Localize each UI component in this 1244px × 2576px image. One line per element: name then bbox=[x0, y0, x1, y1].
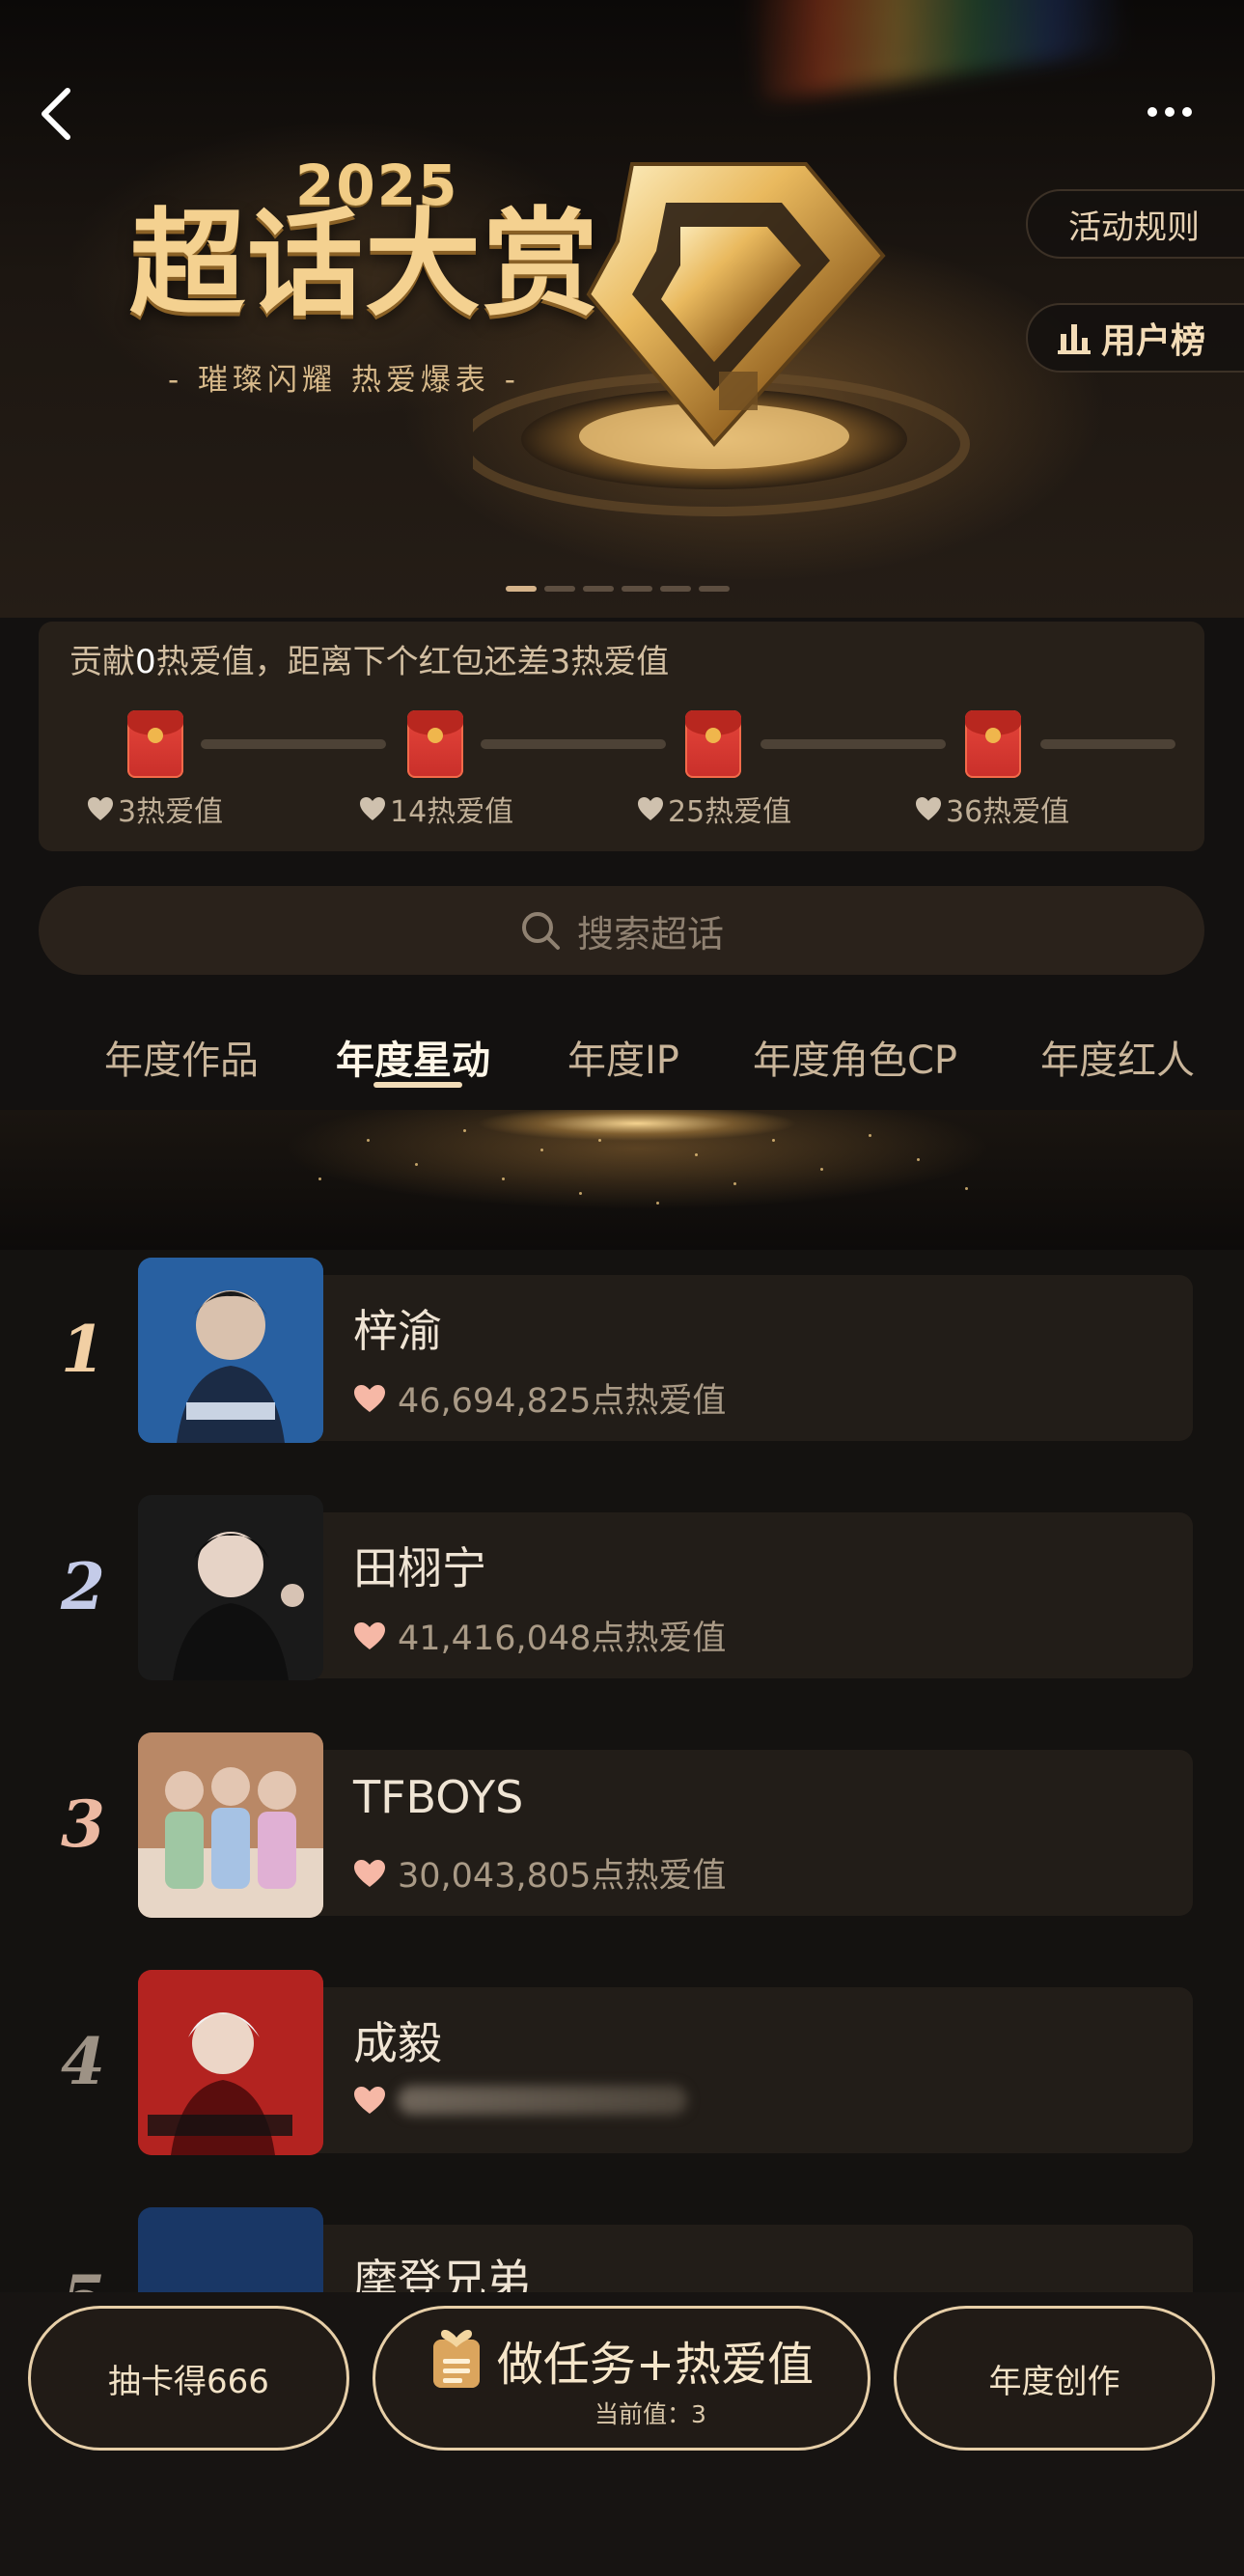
red-envelope-icon[interactable] bbox=[127, 710, 183, 778]
carousel-dot[interactable] bbox=[544, 586, 575, 592]
contributed-value: 0 bbox=[135, 643, 156, 681]
ranking-name: 田栩宁 bbox=[353, 1542, 486, 1594]
search-input[interactable]: 搜索超话 bbox=[39, 886, 1204, 975]
banner-subtitle: - 璀璨闪耀 热爱爆表 - bbox=[168, 363, 520, 398]
banner-light-decoration bbox=[746, 0, 1126, 102]
annual-creation-label: 年度创作 bbox=[988, 2362, 1120, 2401]
progress-track bbox=[201, 739, 386, 749]
carousel-dot[interactable] bbox=[583, 586, 614, 592]
page: 2025 超话大赏 - 璀璨闪耀 热爱爆表 - 活动规则 用户榜 贡献0热爱值，… bbox=[0, 0, 1244, 2576]
avatar[interactable] bbox=[138, 1970, 323, 2155]
more-options-button[interactable] bbox=[1135, 93, 1204, 131]
search-placeholder: 搜索超话 bbox=[576, 912, 724, 956]
carousel-indicator[interactable] bbox=[506, 586, 730, 592]
milestone-label: 36热爱值 bbox=[915, 788, 1069, 830]
avatar[interactable] bbox=[138, 1495, 323, 1680]
rank-number: 2 bbox=[61, 1549, 105, 1624]
milestone-label: 3热爱值 bbox=[87, 788, 223, 830]
avatar[interactable] bbox=[138, 1732, 323, 1918]
ranking-row[interactable]: 1 梓渝 46,694,825点热爱值 bbox=[0, 1258, 1244, 1447]
avatar[interactable] bbox=[138, 2207, 323, 2292]
tab-annual-stars[interactable]: 年度星动 bbox=[336, 1029, 490, 1085]
activity-rules-button[interactable]: 活动规则 bbox=[1026, 189, 1244, 259]
annual-creation-button[interactable]: 年度创作 bbox=[894, 2306, 1215, 2451]
bar-chart-icon bbox=[1058, 324, 1091, 354]
ranking-list[interactable]: 1 梓渝 46,694,825点热爱值 2 田栩宁 41,416,048点热爱值… bbox=[0, 1250, 1244, 2292]
heart-icon bbox=[916, 797, 941, 820]
heart-icon bbox=[354, 1621, 385, 1649]
search-icon bbox=[521, 912, 560, 950]
reward-progress-text: 贡献0热爱值，距离下个红包还差3热爱值 bbox=[69, 643, 670, 681]
category-tabs: 年度作品 年度星动 年度IP 年度角色CP 年度红人 bbox=[0, 1004, 1244, 1110]
ranking-row[interactable]: 5 摩登兄弟 bbox=[0, 2207, 1244, 2292]
avatar[interactable] bbox=[138, 1258, 323, 1443]
tab-annual-works[interactable]: 年度作品 bbox=[104, 1029, 259, 1085]
tab-annual-influencer[interactable]: 年度红人 bbox=[1040, 1029, 1195, 1085]
do-tasks-label: 做任务+热爱值 bbox=[496, 2338, 815, 2392]
red-envelope-progress-panel: 贡献0热爱值，距离下个红包还差3热爱值 3热爱值 14热爱值 25热爱值 36热… bbox=[39, 622, 1204, 851]
ranking-row[interactable]: 4 成毅 bbox=[0, 1970, 1244, 2159]
do-tasks-button[interactable]: 做任务+热爱值 当前值：3 bbox=[373, 2306, 871, 2451]
hidden-score bbox=[398, 2086, 687, 2115]
carousel-dot[interactable] bbox=[622, 586, 652, 592]
ranking-score: 46,694,825点热爱值 bbox=[353, 1373, 726, 1423]
user-ranking-label: 用户榜 bbox=[1101, 321, 1206, 361]
red-envelope-icon[interactable] bbox=[965, 710, 1021, 778]
heart-icon bbox=[638, 797, 663, 820]
heart-icon bbox=[354, 1859, 385, 1887]
carousel-dot[interactable] bbox=[660, 586, 691, 592]
progress-track bbox=[760, 739, 946, 749]
draw-card-label: 抽卡得666 bbox=[108, 2362, 269, 2401]
ranking-name: 梓渝 bbox=[353, 1305, 442, 1357]
milestone-label: 14热爱值 bbox=[359, 788, 513, 830]
rank-number: 5 bbox=[54, 2261, 112, 2292]
activity-banner[interactable]: 2025 超话大赏 - 璀璨闪耀 热爱爆表 - 活动规则 用户榜 bbox=[0, 0, 1244, 618]
draw-card-button[interactable]: 抽卡得666 bbox=[28, 2306, 349, 2451]
bottom-action-bar: 抽卡得666 做任务+热爱值 当前值：3 年度创作 bbox=[0, 2292, 1244, 2576]
ranking-row[interactable]: 2 田栩宁 41,416,048点热爱值 bbox=[0, 1495, 1244, 1684]
carousel-dot-active[interactable] bbox=[506, 586, 537, 592]
progress-track bbox=[481, 739, 666, 749]
stage-light-decoration bbox=[0, 1110, 1244, 1250]
heart-icon bbox=[354, 1384, 385, 1412]
gold-emblem-logo bbox=[458, 125, 1013, 531]
more-dots-icon bbox=[1147, 107, 1157, 117]
red-envelope-icon[interactable] bbox=[685, 710, 741, 778]
rank-number: 1 bbox=[61, 1312, 105, 1387]
back-button[interactable] bbox=[27, 85, 85, 143]
tab-annual-ip[interactable]: 年度IP bbox=[567, 1029, 679, 1085]
progress-track bbox=[1040, 739, 1175, 749]
ranking-name: TFBOYS bbox=[353, 1771, 524, 1823]
ranking-row[interactable]: 3 TFBOYS 30,043,805点热爱值 bbox=[0, 1732, 1244, 1922]
red-envelope-icon[interactable] bbox=[407, 710, 463, 778]
active-tab-underline bbox=[373, 1082, 462, 1088]
milestone-label: 25热爱值 bbox=[637, 788, 791, 830]
heart-icon bbox=[88, 797, 113, 820]
ranking-score: 41,416,048点热爱值 bbox=[353, 1611, 726, 1660]
back-arrow-icon bbox=[41, 88, 70, 140]
current-value-label: 当前值：3 bbox=[594, 2400, 706, 2428]
rank-number: 3 bbox=[61, 1787, 105, 1862]
ranking-name: 摩登兄弟 bbox=[353, 2255, 531, 2292]
ranking-score bbox=[353, 2086, 687, 2115]
activity-rules-label: 活动规则 bbox=[1068, 208, 1200, 247]
heart-icon bbox=[360, 797, 385, 820]
rank-number: 4 bbox=[61, 2024, 105, 2099]
tab-annual-character-cp[interactable]: 年度角色CP bbox=[753, 1029, 957, 1085]
ranking-score: 30,043,805点热爱值 bbox=[353, 1848, 726, 1897]
task-clipboard-icon bbox=[432, 2330, 480, 2388]
user-ranking-button[interactable]: 用户榜 bbox=[1026, 303, 1244, 373]
carousel-dot[interactable] bbox=[699, 586, 730, 592]
ranking-name: 成毅 bbox=[353, 2017, 442, 2069]
heart-icon bbox=[354, 2087, 385, 2114]
